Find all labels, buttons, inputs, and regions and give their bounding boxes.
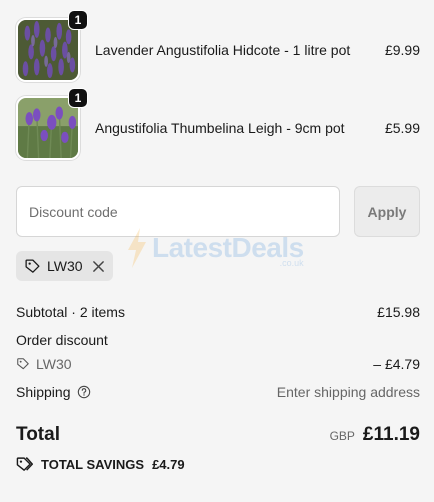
total-row: Total GBP £11.19 — [16, 424, 420, 446]
product-price: £5.99 — [384, 120, 420, 136]
line-item: 1 Lavender Angustifolia Hidcote - 1 litr… — [16, 10, 420, 83]
shipping-value: Enter shipping address — [276, 384, 420, 400]
help-circle-icon[interactable] — [77, 385, 91, 399]
total-value: £11.19 — [362, 424, 420, 445]
subtotal-row: Subtotal · 2 items £15.98 — [16, 304, 420, 320]
product-thumbnail: 1 — [16, 88, 88, 160]
order-discount-value: – £4.79 — [373, 356, 420, 372]
order-discount-label: Order discount — [16, 332, 108, 348]
close-icon — [93, 260, 104, 272]
tag-icon — [25, 258, 40, 273]
order-discount-row: Order discount — [16, 332, 420, 348]
remove-discount-button[interactable] — [92, 260, 105, 273]
discount-code-input[interactable] — [16, 186, 340, 237]
total-label: Total — [16, 424, 60, 445]
shipping-label: Shipping — [16, 384, 71, 400]
line-item: 1 Angustifolia Thumbelina Leigh - 9cm po… — [16, 88, 420, 161]
savings-label: TOTAL SAVINGS — [41, 457, 145, 472]
subtotal-label: Subtotal · 2 items — [16, 304, 125, 320]
order-discount-code: LW30 — [36, 356, 72, 372]
currency-code: GBP — [329, 429, 355, 443]
watermark-subtext: .co.uk — [279, 258, 304, 268]
total-savings: TOTAL SAVINGS £4.79 — [16, 456, 185, 473]
product-price: £9.99 — [384, 42, 420, 58]
subtotal-value: £15.98 — [377, 304, 420, 320]
apply-discount-button[interactable]: Apply — [354, 186, 420, 237]
tag-icon — [17, 358, 29, 370]
discount-form: Apply — [16, 186, 420, 237]
product-name: Lavender Angustifolia Hidcote - 1 litre … — [95, 42, 351, 58]
shipping-row: Shipping Enter shipping address — [16, 384, 420, 400]
savings-value: £4.79 — [152, 457, 185, 472]
product-thumbnail: 1 — [16, 10, 88, 82]
applied-code-label: LW30 — [47, 258, 83, 274]
applied-discount-chip: LW30 — [16, 251, 113, 281]
order-discount-code-row: LW30 – £4.79 — [16, 356, 420, 372]
product-name: Angustifolia Thumbelina Leigh - 9cm pot — [95, 120, 345, 136]
savings-tag-icon — [16, 457, 33, 471]
quantity-badge: 1 — [68, 10, 88, 30]
quantity-badge: 1 — [68, 88, 88, 108]
